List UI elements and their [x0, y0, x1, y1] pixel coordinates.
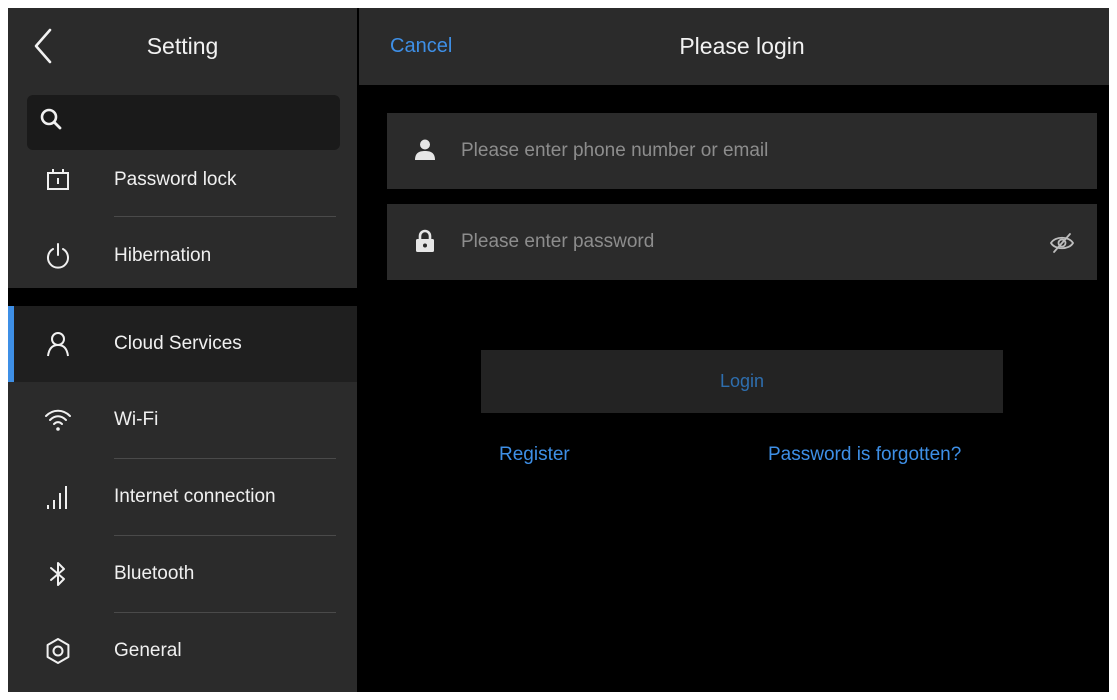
sidebar-item-label: Hibernation: [114, 245, 212, 266]
sidebar-item-cloud-services[interactable]: Cloud Services: [8, 306, 357, 382]
user-icon: [47, 332, 69, 357]
sidebar-item-general[interactable]: General: [8, 613, 357, 689]
page-title: Please login: [679, 33, 805, 59]
sidebar-item-password-lock[interactable]: Password lock: [8, 142, 357, 218]
sidebar-item-label: Cloud Services: [114, 333, 242, 354]
person-icon: [415, 139, 435, 160]
search-icon: [40, 108, 62, 130]
power-icon: [47, 243, 69, 269]
back-button[interactable]: [30, 26, 60, 66]
active-indicator: [8, 306, 14, 382]
app-window: Setting Password lock Hibernation Cloud …: [8, 8, 1109, 692]
bluetooth-icon: [50, 562, 65, 586]
password-field: [387, 204, 1097, 280]
login-panel: Cancel Please login Please enter phone n…: [359, 8, 1109, 692]
sidebar-item-label: Password lock: [114, 169, 237, 190]
login-button[interactable]: Login: [481, 350, 1003, 413]
register-link[interactable]: Register: [499, 440, 570, 470]
eye-off-icon: [1049, 233, 1075, 253]
sidebar-item-bluetooth[interactable]: Bluetooth: [8, 536, 357, 612]
sidebar-item-label: General: [114, 640, 182, 661]
sidebar-item-label: Wi-Fi: [114, 409, 159, 430]
sidebar-item-label: Internet connection: [114, 486, 276, 507]
login-header: Cancel Please login: [359, 8, 1109, 85]
wifi-icon: [45, 409, 71, 431]
sidebar-group-top: Password lock Hibernation: [8, 85, 357, 288]
lock-icon: [416, 229, 434, 252]
sidebar-item-internet-connection[interactable]: Internet connection: [8, 459, 357, 535]
sidebar-item-label: Bluetooth: [114, 563, 195, 584]
forgot-password-link[interactable]: Password is forgotten?: [768, 440, 961, 470]
signal-bars-icon: [47, 486, 67, 509]
password-visibility-toggle[interactable]: [1049, 230, 1075, 256]
password-input[interactable]: [461, 204, 1021, 280]
sidebar-title: Setting: [146, 33, 219, 59]
account-input[interactable]: [461, 113, 1021, 189]
settings-sidebar: Setting Password lock Hibernation Cloud …: [8, 8, 357, 692]
sidebar-item-hibernation[interactable]: Hibernation: [8, 218, 357, 294]
account-field: [387, 113, 1097, 189]
sidebar-header: Setting: [8, 8, 357, 85]
gear-icon: [46, 638, 70, 664]
divider: [114, 216, 336, 217]
password-lock-icon: [47, 169, 69, 190]
sidebar-item-wifi[interactable]: Wi-Fi: [8, 382, 357, 458]
cancel-button[interactable]: Cancel: [390, 8, 452, 85]
chevron-left-icon: [34, 28, 52, 64]
sidebar-group-main: Cloud Services Wi-Fi Internet connection…: [8, 306, 357, 692]
